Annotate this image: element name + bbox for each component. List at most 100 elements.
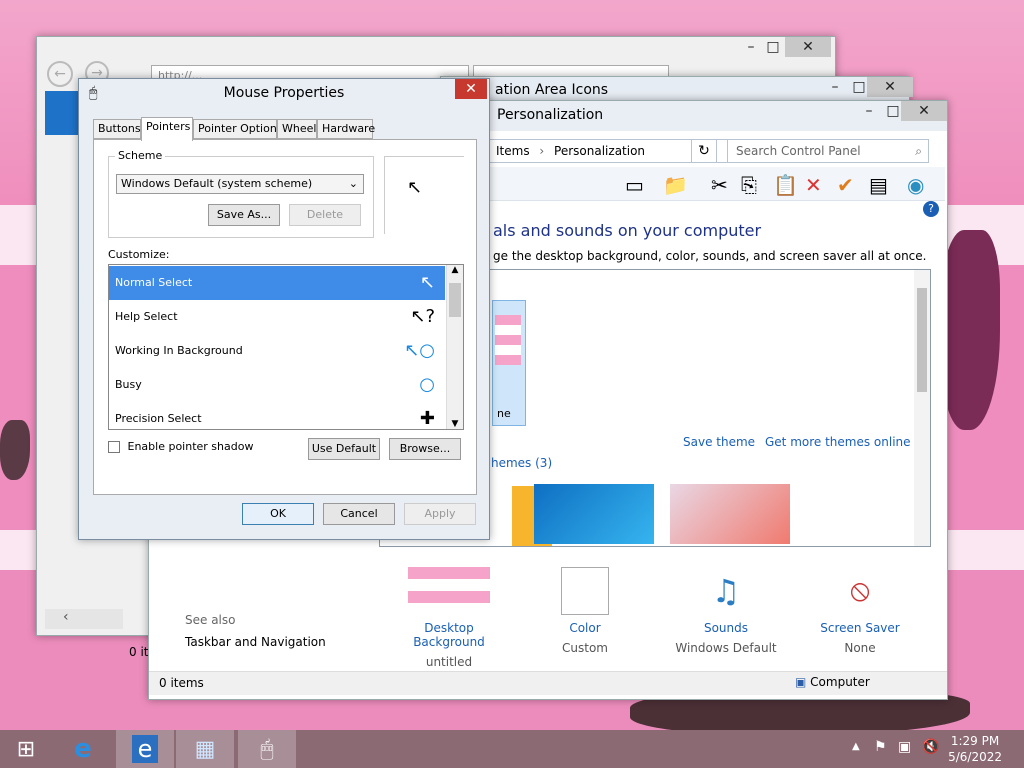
- selected-theme[interactable]: ne: [492, 300, 526, 426]
- start-button[interactable]: ⊞: [0, 730, 52, 768]
- list-item[interactable]: Busy ○: [109, 368, 445, 402]
- cancel-button[interactable]: Cancel: [323, 503, 395, 525]
- theme-thumbnail[interactable]: [534, 484, 654, 544]
- save-as-button[interactable]: Save As...: [208, 204, 280, 226]
- internet-explorer-icon: e: [74, 734, 92, 764]
- taskbar-mouse-properties[interactable]: 🖱: [238, 730, 296, 768]
- vertical-scrollbar[interactable]: [914, 270, 930, 546]
- close-icon[interactable]: ✕: [455, 79, 487, 99]
- status-text: 0 it: [129, 645, 149, 659]
- pointer-name: Precision Select: [115, 412, 202, 425]
- folder-options-icon[interactable]: 📁: [663, 173, 688, 197]
- bottom-value: Custom: [562, 641, 608, 655]
- scheme-value: Windows Default (system scheme): [121, 177, 313, 190]
- desktop-background-button[interactable]: Desktop Background untitled: [389, 567, 509, 669]
- taskbar-navigation-link[interactable]: Taskbar and Navigation: [185, 635, 326, 649]
- chevron-down-icon[interactable]: ▼: [447, 419, 463, 429]
- taskbar-ie-window[interactable]: e: [116, 730, 174, 768]
- theme-thumbnail[interactable]: [670, 484, 790, 544]
- working-cursor-icon: ↖○: [404, 340, 435, 361]
- taskbar-control-panel[interactable]: ▦: [176, 730, 234, 768]
- taskbar-ie-pinned[interactable]: e: [54, 730, 112, 768]
- internet-explorer-icon: e: [131, 735, 159, 763]
- layout-icon[interactable]: ▭: [625, 173, 644, 197]
- scroll-thumb[interactable]: [917, 288, 927, 392]
- close-icon[interactable]: ✕: [785, 37, 831, 57]
- maximize-icon[interactable]: □: [759, 37, 787, 57]
- chevron-up-icon[interactable]: ▲: [852, 741, 860, 752]
- scheme-dropdown[interactable]: Windows Default (system scheme) ⌄: [116, 174, 364, 194]
- clock-date: 5/6/2022: [948, 750, 1002, 764]
- screen-saver-button[interactable]: ⦸ Screen Saver None: [815, 567, 905, 655]
- search-placeholder: Search Control Panel: [736, 144, 861, 158]
- delete-icon[interactable]: ✕: [805, 173, 822, 197]
- action-center-flag-icon[interactable]: ⚑: [874, 739, 887, 755]
- pointer-listbox[interactable]: Normal Select ↖ Help Select ↖? Working I…: [108, 264, 464, 430]
- refresh-icon[interactable]: ↻: [691, 139, 717, 163]
- save-theme-link[interactable]: Save theme: [683, 435, 755, 449]
- tab-wheel[interactable]: Wheel: [277, 119, 317, 139]
- search-input[interactable]: Search Control Panel ⌕: [727, 139, 929, 163]
- list-item[interactable]: Working In Background ↖○: [109, 334, 445, 368]
- tab-pointers[interactable]: Pointers: [141, 117, 193, 141]
- mouse-properties-dialog: 🖱 Mouse Properties ✕ Buttons Pointers Po…: [78, 78, 490, 540]
- pointer-preview: ↖: [384, 156, 464, 234]
- crosshair-cursor-icon: ✚: [419, 408, 435, 429]
- volume-muted-icon[interactable]: 🔇: [922, 739, 939, 755]
- checkmark-icon[interactable]: ✔: [837, 173, 854, 197]
- help-icon[interactable]: ?: [923, 201, 939, 217]
- computer-icon: ▣: [795, 675, 807, 689]
- list-item[interactable]: Normal Select ↖: [109, 266, 445, 300]
- close-icon[interactable]: ✕: [867, 77, 913, 97]
- globe-icon[interactable]: ◉: [907, 173, 924, 197]
- back-icon[interactable]: ←: [47, 61, 73, 87]
- sounds-icon: ♫: [711, 572, 741, 610]
- breadcrumb-item[interactable]: Items: [496, 144, 530, 158]
- get-more-themes-link[interactable]: Get more themes online: [765, 435, 911, 449]
- pointer-shadow-checkbox[interactable]: Enable pointer shadow: [108, 440, 253, 453]
- bottom-label: Screen Saver: [820, 621, 900, 635]
- list-item[interactable]: Help Select ↖?: [109, 300, 445, 334]
- window-title: Personalization: [497, 107, 604, 123]
- taskbar: ⊞ e e ▦ 🖱 ▲ ⚑ ▣ 🔇 1:29 PM 5/6/2022: [0, 730, 1024, 768]
- clock-time: 1:29 PM: [950, 734, 1000, 748]
- browse-button[interactable]: Browse...: [389, 438, 461, 460]
- close-icon[interactable]: ✕: [901, 101, 947, 121]
- item-count: 0 items: [159, 676, 204, 690]
- breadcrumb-item[interactable]: Personalization: [554, 144, 645, 158]
- color-swatch: [561, 567, 609, 615]
- chevron-down-icon: ⌄: [348, 177, 358, 190]
- mouse-icon: 🖱: [260, 736, 274, 762]
- scheme-label: Scheme: [115, 149, 166, 162]
- busy-cursor-icon: ○: [419, 374, 435, 395]
- apply-button[interactable]: Apply: [404, 503, 476, 525]
- checkbox-box[interactable]: [108, 441, 120, 453]
- computer-status: ▣ Computer: [795, 675, 870, 689]
- copy-icon[interactable]: ⎘: [741, 173, 757, 197]
- scroll-left-icon[interactable]: ‹: [45, 609, 123, 629]
- sounds-button[interactable]: ♫ Sounds Windows Default: [671, 567, 781, 655]
- theme-thumbnail: [495, 315, 521, 365]
- ok-button[interactable]: OK: [242, 503, 314, 525]
- arrow-cursor-icon: ↖: [407, 177, 423, 198]
- tab-pointer-options[interactable]: Pointer Options: [193, 119, 283, 139]
- color-button[interactable]: Color Custom: [549, 567, 621, 655]
- properties-icon[interactable]: ▤: [869, 173, 888, 197]
- clock[interactable]: 1:29 PM 5/6/2022: [948, 733, 1002, 765]
- network-icon[interactable]: ▣: [898, 739, 911, 755]
- tab-hardware[interactable]: Hardware: [317, 119, 375, 139]
- list-item[interactable]: Precision Select ✚: [109, 402, 445, 429]
- tab-buttons[interactable]: Buttons: [93, 119, 141, 139]
- page-heading: als and sounds on your computer: [493, 221, 762, 240]
- arrow-cursor-icon: ↖: [419, 272, 435, 293]
- use-default-button[interactable]: Use Default: [308, 438, 380, 460]
- see-also-heading: See also: [185, 613, 236, 627]
- vertical-scrollbar[interactable]: ▲ ▼: [446, 265, 463, 429]
- scroll-thumb[interactable]: [449, 283, 461, 317]
- chevron-up-icon[interactable]: ▲: [447, 265, 463, 275]
- cut-icon[interactable]: ✂: [711, 173, 728, 197]
- paste-icon[interactable]: 📋: [773, 173, 798, 197]
- computer-label: Computer: [810, 675, 870, 689]
- delete-button[interactable]: Delete: [289, 204, 361, 226]
- pointer-name: Normal Select: [115, 276, 193, 289]
